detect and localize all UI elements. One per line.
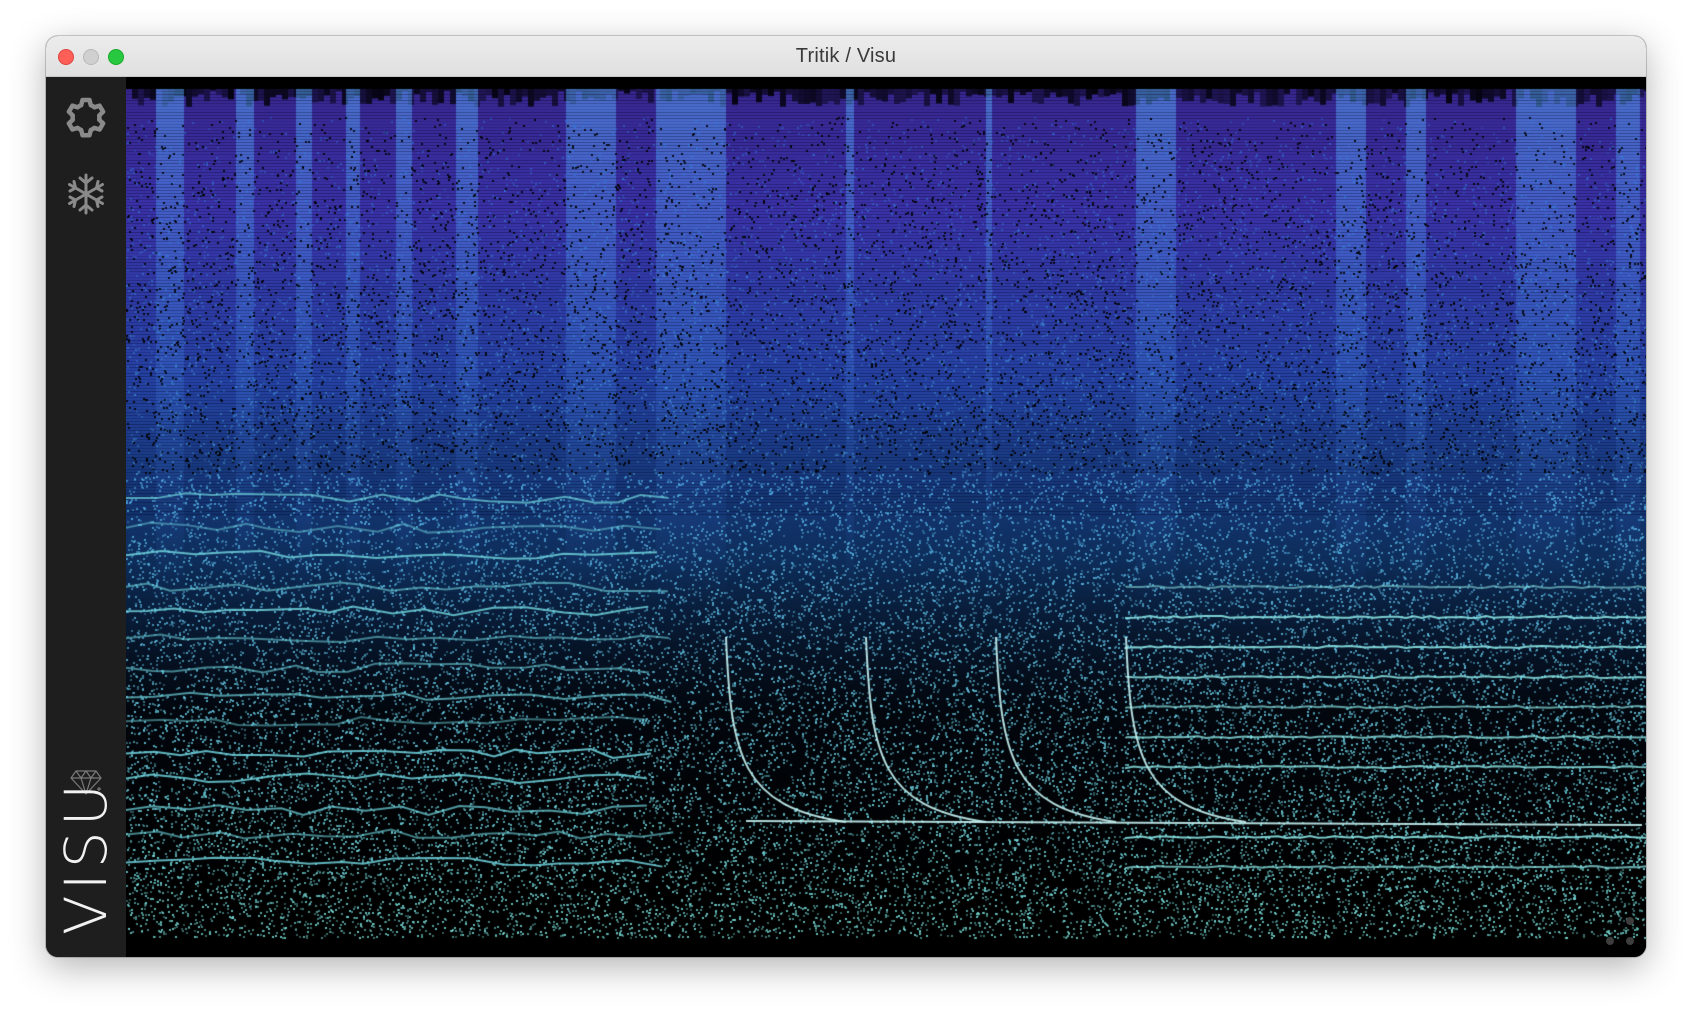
brand-logo: VISU	[46, 779, 126, 935]
gear-icon	[66, 97, 106, 138]
minimize-window-button[interactable]	[83, 49, 99, 65]
brand-text: VISU	[52, 778, 120, 936]
maximize-window-button[interactable]	[108, 49, 124, 65]
title-bar[interactable]: Tritik / Visu	[46, 36, 1646, 77]
window-controls	[58, 49, 124, 65]
spectrogram-canvas[interactable]	[126, 77, 1646, 957]
spectrogram-view[interactable]	[126, 77, 1646, 957]
freeze-button[interactable]	[46, 172, 126, 216]
fullscreen-dots-icon[interactable]	[1602, 913, 1638, 949]
close-window-button[interactable]	[58, 49, 74, 65]
snowflake-icon	[68, 173, 104, 215]
sidebar: VISU	[46, 77, 126, 957]
app-window: Tritik / Visu VISU	[46, 36, 1646, 957]
settings-button[interactable]	[46, 97, 126, 141]
window-title: Tritik / Visu	[795, 44, 897, 67]
